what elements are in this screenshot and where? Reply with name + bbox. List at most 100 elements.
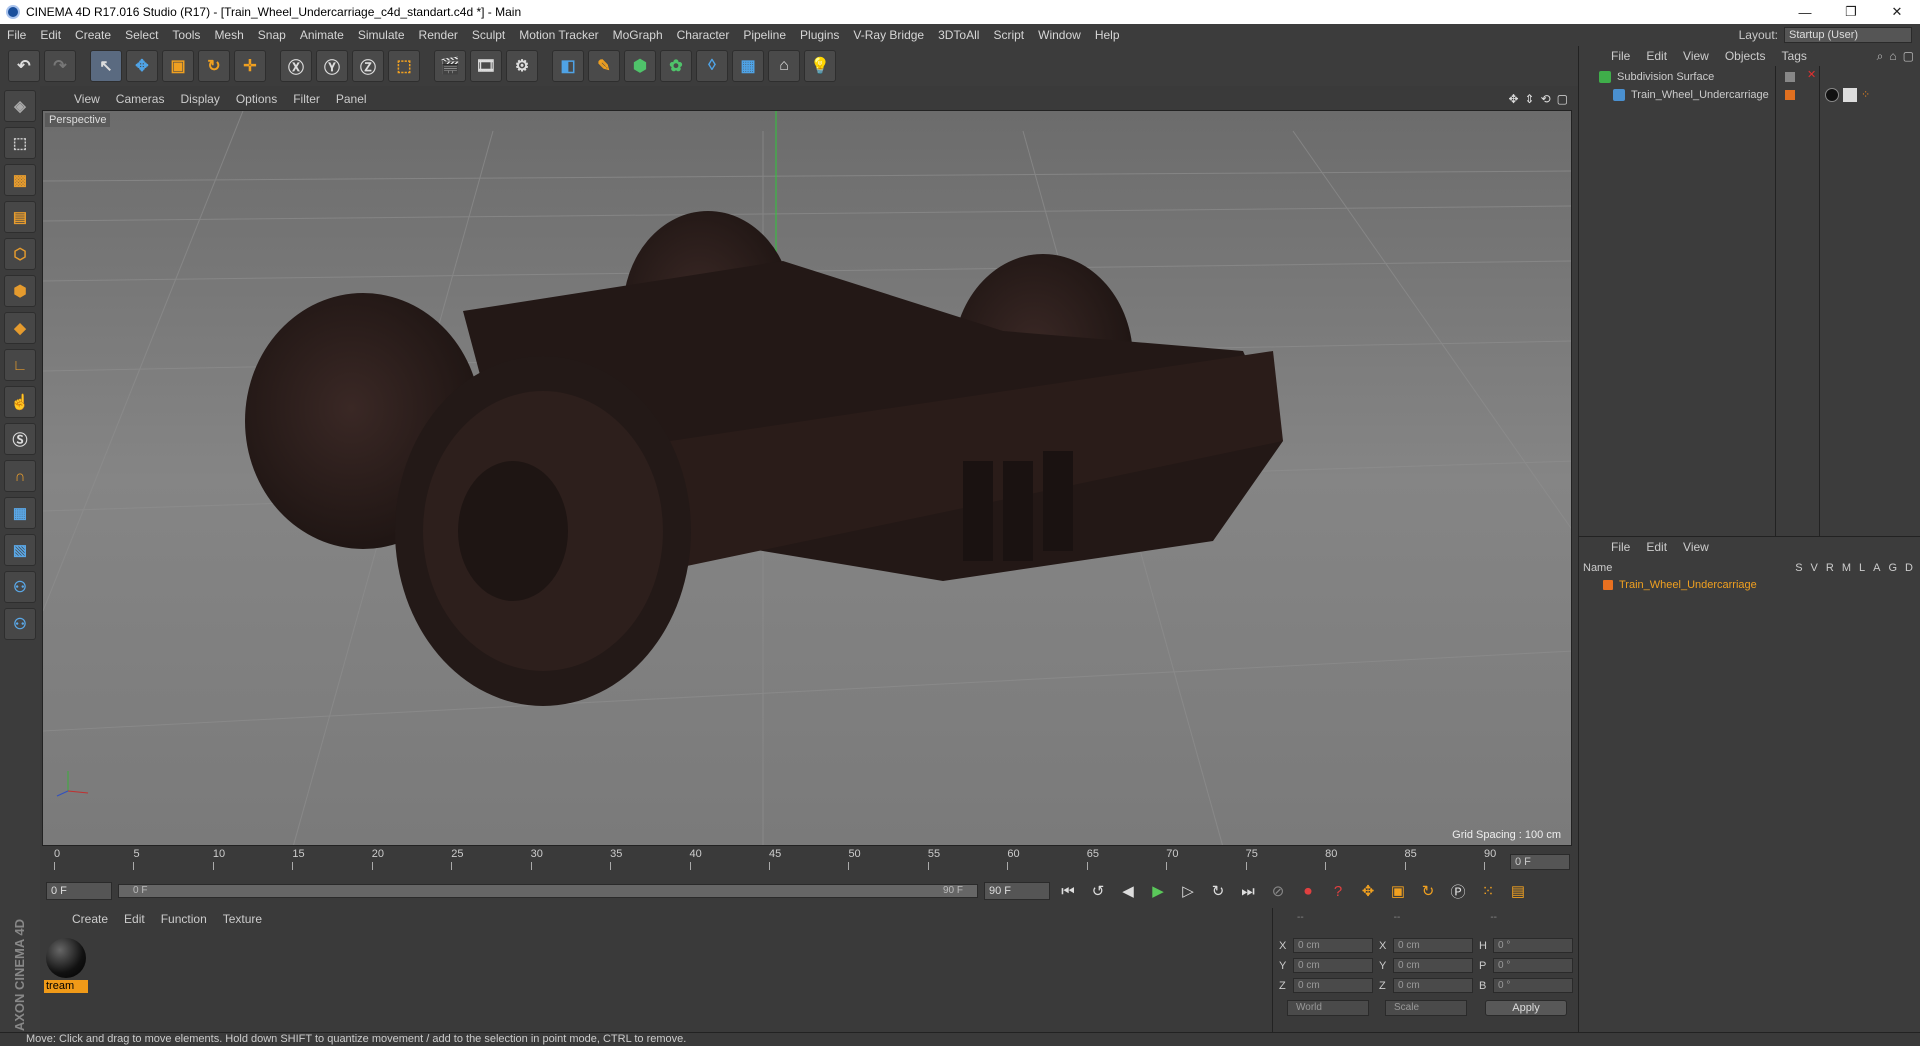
previous-frame-icon[interactable]: ◀ xyxy=(1116,879,1140,903)
python-script-icon[interactable]: ⚇ xyxy=(4,571,36,603)
key-scale-icon[interactable]: ▣ xyxy=(1386,879,1410,903)
keyframe-selection-icon[interactable]: ? xyxy=(1326,879,1350,903)
rotation-p-field[interactable]: 0 ° xyxy=(1493,958,1573,973)
material-menu-edit[interactable]: Edit xyxy=(116,912,153,926)
key-parameter-icon[interactable]: Ⓟ xyxy=(1446,879,1470,903)
viewport-menu-view[interactable]: View xyxy=(66,92,108,106)
menu-simulate[interactable]: Simulate xyxy=(351,28,412,42)
col-l[interactable]: L xyxy=(1859,562,1865,574)
minimize-button[interactable]: — xyxy=(1782,0,1828,24)
undo-icon[interactable]: ↶ xyxy=(8,50,40,82)
close-button[interactable]: ✕ xyxy=(1874,0,1920,24)
snapping-magnet-icon[interactable]: ∩ xyxy=(4,460,36,492)
camera-icon[interactable]: ⌂ xyxy=(768,50,800,82)
spline-pen-icon[interactable]: ✎ xyxy=(588,50,620,82)
light-icon[interactable]: 💡 xyxy=(804,50,836,82)
viewport-menu-cameras[interactable]: Cameras xyxy=(108,92,173,106)
world-mode-select[interactable]: World xyxy=(1287,1000,1369,1016)
size-y-field[interactable]: 0 cm xyxy=(1393,958,1473,973)
menu-pipeline[interactable]: Pipeline xyxy=(736,28,793,42)
layers-menu-file[interactable]: File xyxy=(1603,540,1638,554)
menu-character[interactable]: Character xyxy=(670,28,737,42)
menu-animate[interactable]: Animate xyxy=(293,28,351,42)
menu-select[interactable]: Select xyxy=(118,28,165,42)
current-frame-field[interactable]: 0 F xyxy=(1510,854,1570,870)
objects-menu-view[interactable]: View xyxy=(1675,49,1717,63)
maximize-button[interactable]: ❐ xyxy=(1828,0,1874,24)
render-view-icon[interactable]: 🎬 xyxy=(434,50,466,82)
position-y-field[interactable]: 0 cm xyxy=(1293,958,1373,973)
pan-view-icon[interactable]: ✥ xyxy=(1508,92,1518,106)
frame-range-slider[interactable]: 0 F 90 F xyxy=(118,884,978,898)
dolly-view-icon[interactable]: ⇕ xyxy=(1525,92,1535,106)
layout-select[interactable]: Startup (User) xyxy=(1784,27,1912,43)
menu-snap[interactable]: Snap xyxy=(251,28,293,42)
x-axis-lock-icon[interactable]: Ⓧ xyxy=(280,50,312,82)
python-script-2-icon[interactable]: ⚇ xyxy=(4,608,36,640)
menu-mesh[interactable]: Mesh xyxy=(207,28,250,42)
col-a[interactable]: A xyxy=(1873,562,1880,574)
objects-menu-tags[interactable]: Tags xyxy=(1774,49,1815,63)
key-position-icon[interactable]: ✥ xyxy=(1356,879,1380,903)
make-editable-icon[interactable]: ◈ xyxy=(4,90,36,122)
end-frame-field[interactable]: 90 F xyxy=(984,882,1050,900)
apply-button[interactable]: Apply xyxy=(1485,1000,1567,1016)
material-swatch[interactable]: tream xyxy=(44,936,88,993)
planar-workplane-icon[interactable]: ▧ xyxy=(4,534,36,566)
polygons-mode-icon[interactable]: ◆ xyxy=(4,312,36,344)
menu-edit[interactable]: Edit xyxy=(33,28,68,42)
timeline-ruler[interactable]: 0 5 10 15 20 25 30 35 40 45 50 55 60 65 70 75 80 85 90 0 F xyxy=(40,846,1574,876)
menu-help[interactable]: Help xyxy=(1088,28,1127,42)
layer-row[interactable]: Train_Wheel_Undercarriage xyxy=(1583,577,1917,593)
col-s[interactable]: S xyxy=(1795,562,1802,574)
menu-3dtoall[interactable]: 3DToAll xyxy=(931,28,986,42)
material-menu-create[interactable]: Create xyxy=(64,912,116,926)
subdivision-surface-icon[interactable]: ⬢ xyxy=(624,50,656,82)
live-selection-icon[interactable]: ✛ xyxy=(234,50,266,82)
rotation-h-field[interactable]: 0 ° xyxy=(1493,938,1573,953)
perspective-viewport[interactable]: Perspective Grid Spacing : 100 cm xyxy=(42,110,1572,846)
col-v[interactable]: V xyxy=(1811,562,1818,574)
menu-tools[interactable]: Tools xyxy=(165,28,207,42)
rotation-b-field[interactable]: 0 ° xyxy=(1493,978,1573,993)
render-picture-viewer-icon[interactable]: 🎞 xyxy=(470,50,502,82)
move-tool-icon[interactable]: ✥ xyxy=(126,50,158,82)
scale-tool-icon[interactable]: ▣ xyxy=(162,50,194,82)
layer-color-icon[interactable] xyxy=(1785,90,1795,100)
viewport-menu-filter[interactable]: Filter xyxy=(285,92,328,106)
search-icon[interactable]: ⌕ xyxy=(1877,49,1884,64)
visibility-toggle-icon[interactable] xyxy=(1785,72,1795,82)
cube-primitive-icon[interactable]: ◧ xyxy=(552,50,584,82)
dots-tag-icon[interactable]: ⁘ xyxy=(1861,88,1870,101)
next-key-icon[interactable]: ↻ xyxy=(1206,879,1230,903)
menu-window[interactable]: Window xyxy=(1031,28,1088,42)
start-frame-field[interactable]: 0 F xyxy=(46,882,112,900)
mograph-cloner-icon[interactable]: ✿ xyxy=(660,50,692,82)
play-icon[interactable]: ▶ xyxy=(1146,879,1170,903)
objects-menu-edit[interactable]: Edit xyxy=(1638,49,1675,63)
render-settings-icon[interactable]: ⚙ xyxy=(506,50,538,82)
menu-render[interactable]: Render xyxy=(412,28,465,42)
size-x-field[interactable]: 0 cm xyxy=(1393,938,1473,953)
model-mode-icon[interactable]: ⬚ xyxy=(4,127,36,159)
material-menu-texture[interactable]: Texture xyxy=(215,912,270,926)
close-x-icon[interactable]: ✕ xyxy=(1807,68,1816,81)
home-icon[interactable]: ⌂ xyxy=(1889,49,1896,64)
rotate-tool-icon[interactable]: ↻ xyxy=(198,50,230,82)
object-row-subdivision-surface[interactable]: Subdivision Surface xyxy=(1599,68,1714,86)
scale-mode-select[interactable]: Scale xyxy=(1385,1000,1467,1016)
texture-mode-icon[interactable]: ▩ xyxy=(4,164,36,196)
select-cursor-icon[interactable]: ↖ xyxy=(90,50,122,82)
col-m[interactable]: M xyxy=(1842,562,1851,574)
col-r[interactable]: R xyxy=(1826,562,1834,574)
viewport-menu-display[interactable]: Display xyxy=(172,92,227,106)
menu-file[interactable]: File xyxy=(0,28,33,42)
menu-mograph[interactable]: MoGraph xyxy=(606,28,670,42)
workplane-lock-icon[interactable]: ▦ xyxy=(4,497,36,529)
objects-menu-file[interactable]: File xyxy=(1603,49,1638,63)
viewport-menu-panel[interactable]: Panel xyxy=(328,92,375,106)
objects-menu-objects[interactable]: Objects xyxy=(1717,49,1774,63)
z-axis-lock-icon[interactable]: Ⓩ xyxy=(352,50,384,82)
col-g[interactable]: G xyxy=(1888,562,1897,574)
object-row-train-wheel[interactable]: Train_Wheel_Undercarriage xyxy=(1613,86,1769,104)
